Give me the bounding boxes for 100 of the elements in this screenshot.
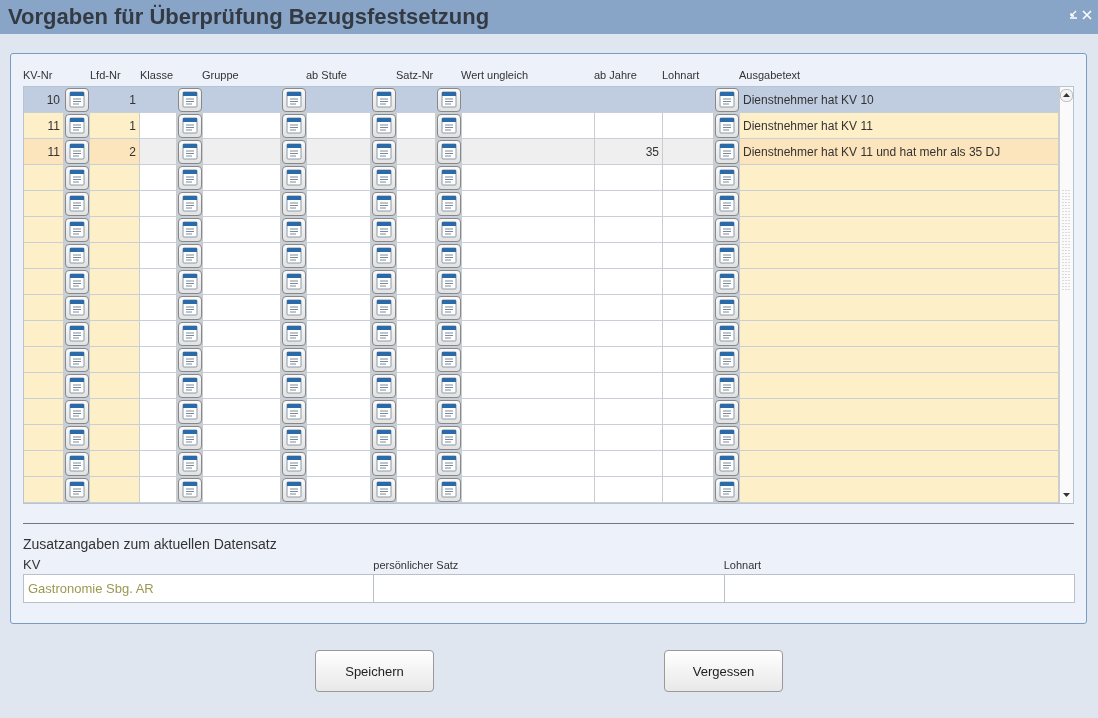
lookup-button[interactable]	[178, 321, 202, 346]
lookup-button[interactable]	[372, 113, 396, 138]
lookup-button[interactable]	[65, 217, 89, 242]
lookup-button[interactable]	[282, 477, 306, 502]
lookup-button[interactable]	[282, 243, 306, 268]
lookup-button[interactable]	[372, 373, 396, 398]
lookup-button[interactable]	[178, 165, 202, 190]
table-row[interactable]	[24, 451, 1059, 477]
lookup-button[interactable]	[65, 243, 89, 268]
table-row[interactable]	[24, 217, 1059, 243]
lookup-button[interactable]	[437, 165, 461, 190]
lookup-button[interactable]	[282, 425, 306, 450]
table-row[interactable]	[24, 425, 1059, 451]
lookup-button[interactable]	[437, 321, 461, 346]
lookup-button[interactable]	[437, 477, 461, 502]
lookup-button[interactable]	[282, 451, 306, 476]
lookup-button[interactable]	[437, 87, 461, 112]
input-field[interactable]	[373, 574, 725, 603]
lookup-button[interactable]	[282, 113, 306, 138]
lookup-button[interactable]	[437, 113, 461, 138]
scrollbar[interactable]	[1059, 87, 1073, 503]
input-field[interactable]	[723, 574, 1075, 603]
lookup-button[interactable]	[282, 139, 306, 164]
scroll-up-icon[interactable]	[1060, 89, 1073, 102]
lookup-button[interactable]	[178, 399, 202, 424]
lookup-button[interactable]	[437, 269, 461, 294]
lookup-button[interactable]	[178, 243, 202, 268]
lookup-button[interactable]	[372, 295, 396, 320]
lookup-button[interactable]	[65, 399, 89, 424]
lookup-button[interactable]	[178, 87, 202, 112]
lookup-button[interactable]	[715, 399, 739, 424]
table-row[interactable]	[24, 399, 1059, 425]
lookup-button[interactable]	[372, 477, 396, 502]
lookup-button[interactable]	[437, 139, 461, 164]
action-button[interactable]: Vergessen	[664, 650, 783, 692]
lookup-button[interactable]	[715, 321, 739, 346]
lookup-button[interactable]	[65, 477, 89, 502]
lookup-button[interactable]	[65, 347, 89, 372]
lookup-button[interactable]	[65, 451, 89, 476]
lookup-button[interactable]	[437, 295, 461, 320]
lookup-button[interactable]	[178, 139, 202, 164]
lookup-button[interactable]	[372, 191, 396, 216]
lookup-button[interactable]	[178, 113, 202, 138]
lookup-button[interactable]	[372, 399, 396, 424]
lookup-button[interactable]	[437, 451, 461, 476]
minimize-icon[interactable]	[1068, 10, 1078, 20]
lookup-button[interactable]	[178, 425, 202, 450]
lookup-button[interactable]	[178, 477, 202, 502]
lookup-button[interactable]	[715, 269, 739, 294]
table-row[interactable]	[24, 243, 1059, 269]
lookup-button[interactable]	[65, 373, 89, 398]
lookup-button[interactable]	[715, 295, 739, 320]
table-row[interactable]	[24, 191, 1059, 217]
lookup-button[interactable]	[282, 217, 306, 242]
lookup-button[interactable]	[178, 217, 202, 242]
lookup-button[interactable]	[282, 191, 306, 216]
lookup-button[interactable]	[65, 295, 89, 320]
table-row[interactable]	[24, 295, 1059, 321]
lookup-button[interactable]	[437, 425, 461, 450]
close-icon[interactable]	[1082, 10, 1092, 20]
table-row[interactable]: 10 1 Dienstnehmer hat KV 10	[24, 87, 1059, 113]
lookup-button[interactable]	[715, 477, 739, 502]
lookup-button[interactable]	[372, 451, 396, 476]
lookup-button[interactable]	[282, 373, 306, 398]
lookup-button[interactable]	[715, 113, 739, 138]
lookup-button[interactable]	[65, 87, 89, 112]
lookup-button[interactable]	[282, 347, 306, 372]
table-row[interactable]	[24, 321, 1059, 347]
table-row[interactable]: 11 2 35 Dienstnehmer hat KV 11 und hat mehr als 35 DJ	[24, 139, 1059, 165]
table-row[interactable]	[24, 373, 1059, 399]
lookup-button[interactable]	[715, 139, 739, 164]
lookup-button[interactable]	[282, 165, 306, 190]
lookup-button[interactable]	[178, 347, 202, 372]
lookup-button[interactable]	[178, 373, 202, 398]
lookup-button[interactable]	[715, 425, 739, 450]
lookup-button[interactable]	[715, 373, 739, 398]
lookup-button[interactable]	[282, 269, 306, 294]
lookup-button[interactable]	[282, 321, 306, 346]
lookup-button[interactable]	[178, 269, 202, 294]
action-button[interactable]: Speichern	[315, 650, 434, 692]
lookup-button[interactable]	[437, 347, 461, 372]
lookup-button[interactable]	[437, 191, 461, 216]
lookup-button[interactable]	[372, 425, 396, 450]
lookup-button[interactable]	[437, 243, 461, 268]
lookup-button[interactable]	[372, 165, 396, 190]
lookup-button[interactable]	[372, 269, 396, 294]
lookup-button[interactable]	[715, 165, 739, 190]
lookup-button[interactable]	[65, 269, 89, 294]
lookup-button[interactable]	[715, 87, 739, 112]
lookup-button[interactable]	[282, 295, 306, 320]
lookup-button[interactable]	[178, 451, 202, 476]
lookup-button[interactable]	[65, 191, 89, 216]
lookup-button[interactable]	[372, 243, 396, 268]
lookup-button[interactable]	[65, 139, 89, 164]
lookup-button[interactable]	[65, 321, 89, 346]
lookup-button[interactable]	[715, 451, 739, 476]
lookup-button[interactable]	[715, 191, 739, 216]
lookup-button[interactable]	[372, 87, 396, 112]
lookup-button[interactable]	[282, 399, 306, 424]
lookup-button[interactable]	[372, 321, 396, 346]
